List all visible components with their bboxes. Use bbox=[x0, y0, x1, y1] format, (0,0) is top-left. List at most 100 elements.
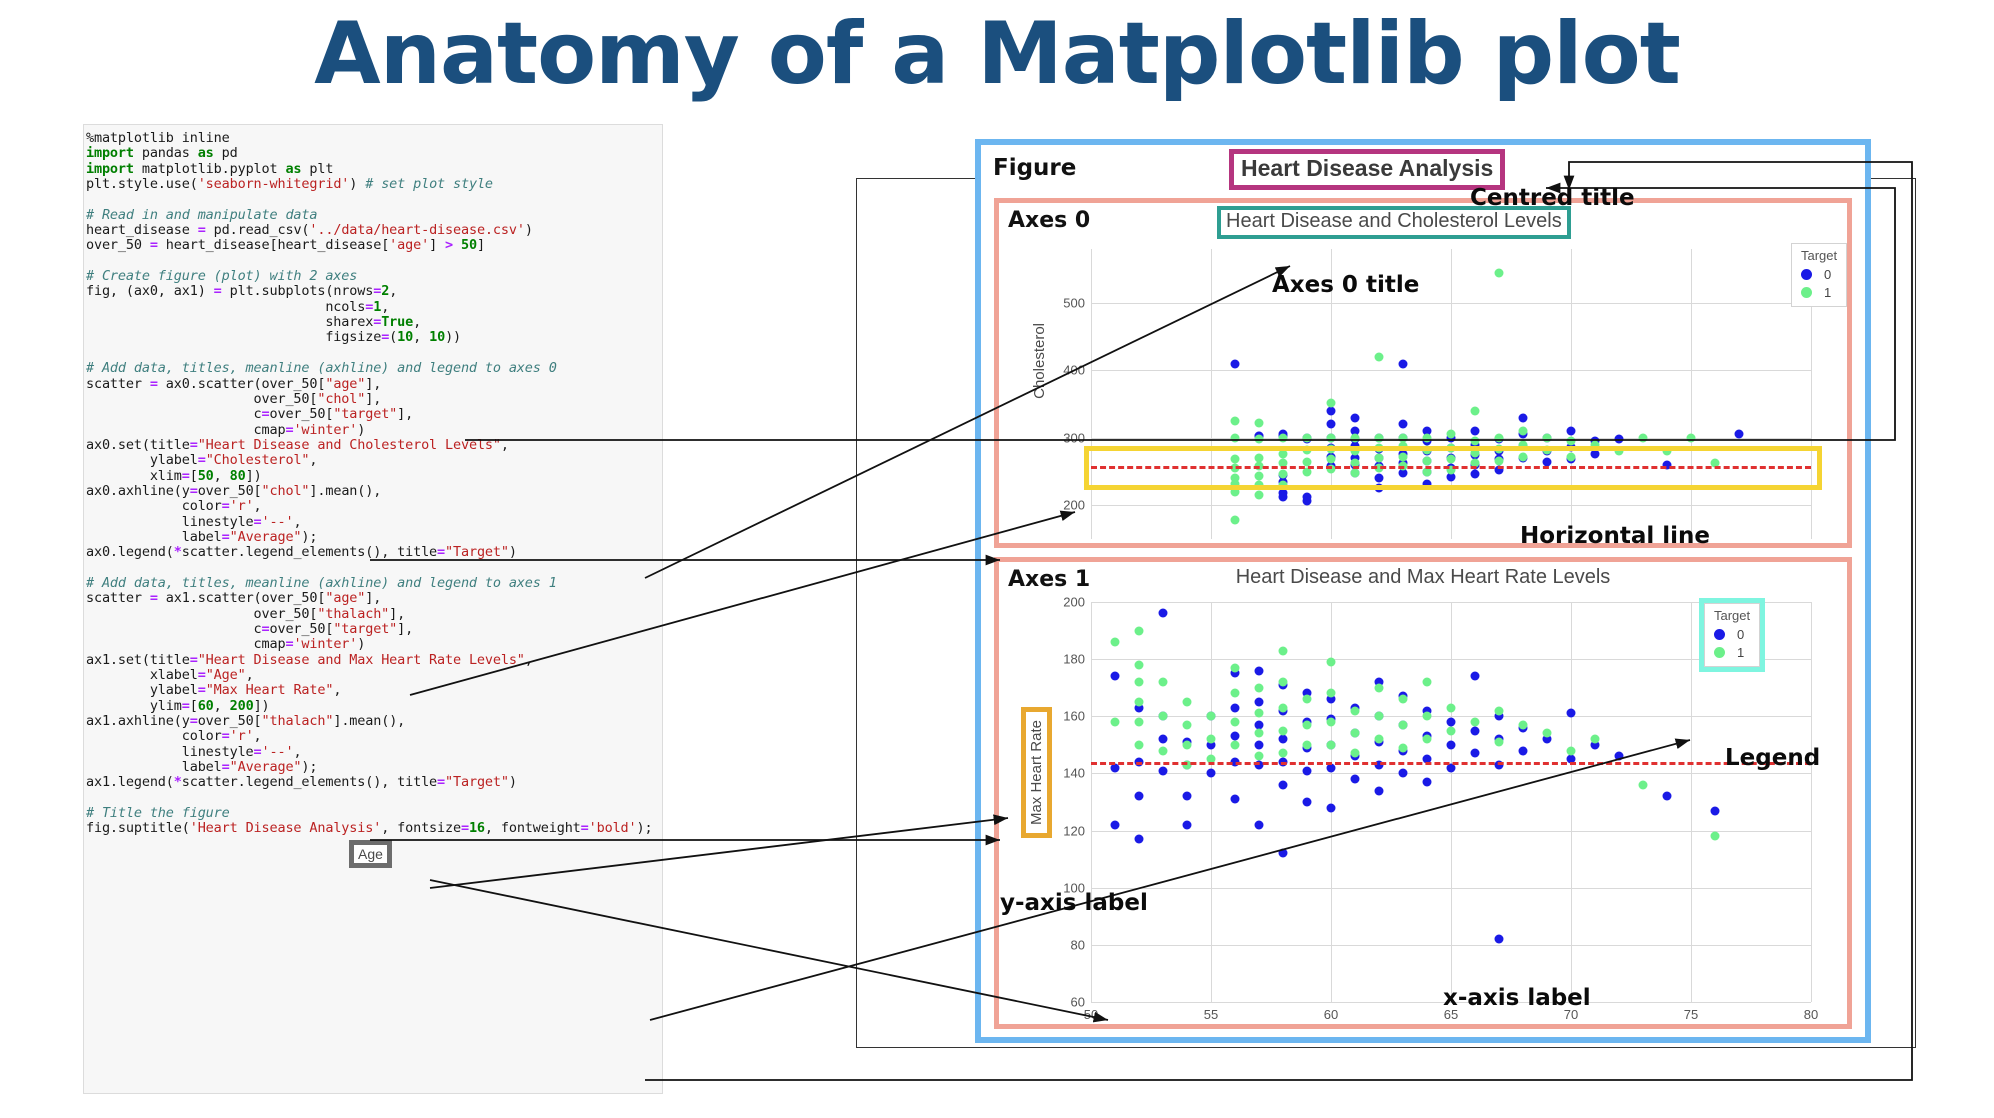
scatter-point bbox=[1350, 413, 1360, 423]
scatter-point bbox=[1326, 717, 1336, 727]
callout-legend: Legend bbox=[1725, 745, 1821, 771]
scatter-point bbox=[1350, 433, 1360, 443]
callout-x-axis-label: x-axis label bbox=[1443, 985, 1591, 1011]
scatter-point bbox=[1350, 728, 1360, 738]
scatter-point bbox=[1134, 626, 1144, 636]
scatter-point bbox=[1230, 663, 1240, 673]
axes0-legend-title: Target bbox=[1801, 248, 1838, 263]
code-line: cmap='winter') bbox=[86, 421, 366, 438]
scatter-point bbox=[1326, 398, 1336, 408]
axes1-xlabel: Age bbox=[358, 846, 383, 862]
scatter-point bbox=[1278, 703, 1288, 713]
gridline-vertical bbox=[1451, 249, 1452, 539]
scatter-point bbox=[1278, 677, 1288, 687]
scatter-point bbox=[1278, 492, 1288, 502]
scatter-point bbox=[1638, 433, 1648, 443]
code-line: ax0.axhline(y=over_50["chol"].mean(), bbox=[86, 482, 382, 499]
code-line: xlim=[50, 80]) bbox=[86, 467, 262, 484]
code-line: ax0.set(title="Heart Disease and Cholest… bbox=[86, 436, 509, 453]
scatter-point bbox=[1446, 740, 1456, 750]
y-axis-tick-label: 400 bbox=[1063, 362, 1085, 378]
code-line: scatter = ax0.scatter(over_50["age"], bbox=[86, 375, 382, 392]
y-axis-tick-label: 180 bbox=[1063, 651, 1085, 667]
scatter-point bbox=[1422, 711, 1432, 721]
scatter-point bbox=[1254, 697, 1264, 707]
scatter-point bbox=[1158, 734, 1168, 744]
scatter-point bbox=[1566, 436, 1576, 446]
legend-dot-target0-icon bbox=[1801, 268, 1812, 280]
scatter-point bbox=[1182, 740, 1192, 750]
legend-dot-target1-icon bbox=[1801, 286, 1812, 298]
scatter-point bbox=[1470, 726, 1480, 736]
gridline-vertical bbox=[1091, 602, 1092, 1002]
scatter-point bbox=[1374, 786, 1384, 796]
axes0-legend-row-0: 0 bbox=[1801, 265, 1837, 283]
gridline-vertical bbox=[1211, 249, 1212, 539]
callout-horizontal-line: Horizontal line bbox=[1520, 523, 1710, 549]
scatter-point bbox=[1254, 434, 1264, 444]
scatter-point bbox=[1662, 791, 1672, 801]
gridline-vertical bbox=[1451, 602, 1452, 1002]
scatter-point bbox=[1422, 677, 1432, 687]
scatter-point bbox=[1518, 426, 1528, 436]
scatter-point bbox=[1110, 820, 1120, 830]
figure-suptitle: Heart Disease Analysis bbox=[1241, 155, 1494, 181]
code-line: fig.suptitle('Heart Disease Analysis', f… bbox=[86, 820, 653, 837]
scatter-point bbox=[1422, 433, 1432, 443]
code-line: import matplotlib.pyplot as plt bbox=[86, 160, 334, 177]
y-axis-tick-label: 300 bbox=[1063, 430, 1085, 446]
axes1-xlabel-box: Age bbox=[349, 840, 392, 868]
scatter-point bbox=[1566, 708, 1576, 718]
axes0-label: Axes 0 bbox=[1008, 208, 1091, 233]
scatter-point bbox=[1374, 711, 1384, 721]
scatter-point bbox=[1302, 496, 1312, 506]
figure-suptitle-box: Heart Disease Analysis bbox=[1229, 149, 1506, 190]
scatter-point bbox=[1470, 426, 1480, 436]
scatter-point bbox=[1230, 515, 1240, 525]
code-line: plt.style.use('seaborn-whitegrid') # set… bbox=[86, 176, 493, 193]
scatter-point bbox=[1566, 426, 1576, 436]
axes0-plot-inner: 200 300 400 500 bbox=[1063, 249, 1812, 539]
y-axis-tick-label: 200 bbox=[1063, 594, 1085, 610]
scatter-point bbox=[1158, 711, 1168, 721]
gridline-vertical bbox=[1091, 249, 1092, 539]
scatter-point bbox=[1230, 717, 1240, 727]
scatter-point bbox=[1110, 637, 1120, 647]
scatter-point bbox=[1446, 703, 1456, 713]
scatter-point bbox=[1230, 433, 1240, 443]
code-line: xlabel="Age", bbox=[86, 667, 254, 684]
scatter-point bbox=[1494, 268, 1504, 278]
axes1-legend-label-1: 1 bbox=[1737, 644, 1745, 660]
axes1-title: Heart Disease and Max Heart Rate Levels bbox=[1235, 566, 1611, 588]
axes0-title: Heart Disease and Cholesterol Levels bbox=[1226, 210, 1562, 232]
code-line: ylabel="Cholesterol", bbox=[86, 452, 318, 469]
scatter-point bbox=[1158, 677, 1168, 687]
gridline-vertical bbox=[1811, 602, 1812, 1002]
scatter-point bbox=[1254, 751, 1264, 761]
scatter-point bbox=[1302, 720, 1312, 730]
scatter-point bbox=[1278, 848, 1288, 858]
code-panel: %matplotlib inline import pandas as pd imp… bbox=[83, 124, 663, 1094]
axes1-ylabel-box: Max Heart Rate bbox=[1021, 707, 1052, 839]
scatter-point bbox=[1134, 717, 1144, 727]
scatter-point bbox=[1422, 734, 1432, 744]
scatter-point bbox=[1278, 780, 1288, 790]
scatter-point bbox=[1206, 768, 1216, 778]
legend-dot-target1-icon bbox=[1714, 646, 1725, 658]
axes1-legend-row-1: 1 bbox=[1714, 643, 1750, 661]
scatter-point bbox=[1134, 834, 1144, 844]
axes1-label: Axes 1 bbox=[1008, 567, 1091, 592]
x-axis-tick-label: 60 bbox=[1323, 1007, 1339, 1022]
figure-label: Figure bbox=[993, 155, 1077, 181]
scatter-point bbox=[1518, 720, 1528, 730]
scatter-point bbox=[1254, 820, 1264, 830]
code-line: ax1.legend(*scatter.legend_elements(), t… bbox=[86, 774, 517, 791]
scatter-point bbox=[1686, 433, 1696, 443]
code-line: cmap='winter') bbox=[86, 636, 366, 653]
scatter-point bbox=[1182, 791, 1192, 801]
axes0-legend-row-1: 1 bbox=[1801, 283, 1837, 301]
scatter-point bbox=[1254, 683, 1264, 693]
scatter-point bbox=[1398, 359, 1408, 369]
